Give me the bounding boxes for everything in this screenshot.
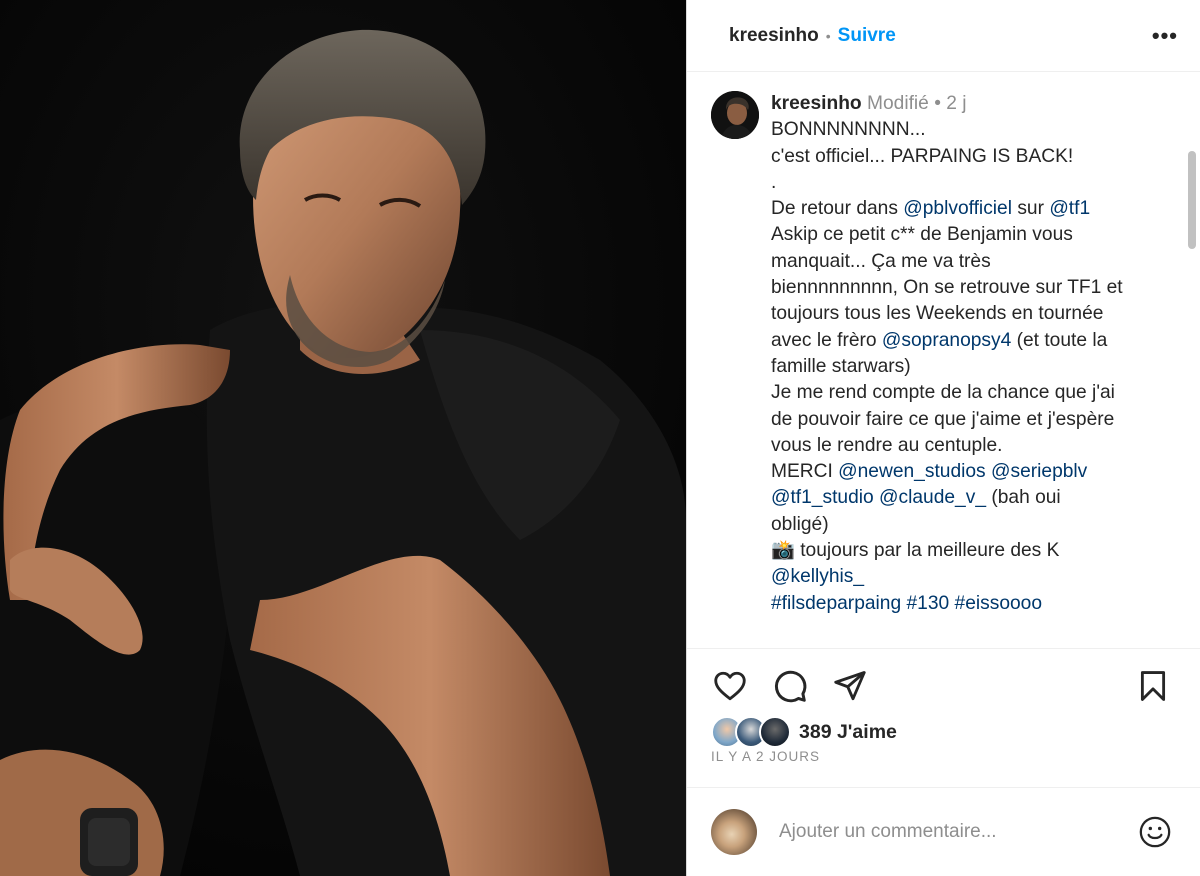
bookmark-icon bbox=[1140, 671, 1166, 701]
mention-link[interactable]: @pblvofficiel bbox=[903, 198, 1012, 219]
caption-text-segment: sur bbox=[1011, 198, 1050, 220]
heart-icon bbox=[714, 671, 746, 701]
caption-text-segment: biennnnnnnnn, On se retrouve sur TF1 et bbox=[771, 277, 1123, 299]
caption-separator: • bbox=[934, 93, 941, 114]
hashtag-link[interactable]: #filsdeparpaing bbox=[771, 593, 901, 614]
caption-username[interactable]: kreesinho bbox=[771, 93, 862, 114]
portrait-image bbox=[0, 0, 686, 876]
more-options-icon[interactable]: ••• bbox=[1152, 24, 1178, 47]
likes-count[interactable]: 389 J'aime bbox=[799, 721, 897, 744]
emoji-smiley-icon[interactable] bbox=[1138, 815, 1172, 849]
mention-link[interactable]: @sopranopsy4 bbox=[882, 330, 1011, 351]
action-bar bbox=[711, 666, 1172, 706]
caption-line: toujours tous les Weekends en tournée bbox=[771, 301, 1123, 327]
comment-input[interactable] bbox=[777, 820, 1138, 844]
hashtag-link[interactable]: #130 bbox=[907, 593, 950, 614]
mention-link[interactable]: @tf1 bbox=[1049, 198, 1090, 219]
caption-body: kreesinho Modifié • 2 j BONNNNNNNN... c'e… bbox=[771, 91, 1123, 617]
comment-bubble-icon bbox=[774, 670, 807, 703]
caption-text-segment: obligé) bbox=[771, 513, 829, 535]
caption-scroll-area[interactable]: kreesinho Modifié • 2 j BONNNNNNNN... c'e… bbox=[687, 73, 1200, 649]
caption-line: vous le rendre au centuple. bbox=[771, 433, 1123, 459]
author-username[interactable]: kreesinho bbox=[729, 25, 819, 47]
liker-avatars[interactable] bbox=[711, 716, 791, 748]
caption-line: . bbox=[771, 170, 1123, 196]
comment-bar bbox=[687, 787, 1200, 876]
post-date[interactable]: IL Y A 2 JOURS bbox=[711, 749, 820, 764]
caption-text-segment: 📸 toujours par la meilleure des K bbox=[771, 540, 1060, 562]
caption-text-segment: MERCI bbox=[771, 461, 839, 483]
caption-text: BONNNNNNNN... c'est officiel... PARPAING … bbox=[771, 117, 1123, 617]
avatar-portrait-icon bbox=[711, 91, 759, 139]
comment-button[interactable] bbox=[771, 667, 809, 705]
caption-line: obligé) bbox=[771, 512, 1123, 538]
paper-plane-icon bbox=[834, 671, 866, 701]
mention-link[interactable]: @claude_v_ bbox=[879, 487, 986, 508]
caption-line: @tf1_studio @claude_v_ (bah oui bbox=[771, 485, 1123, 511]
caption-text-segment: toujours tous les Weekends en tournée bbox=[771, 303, 1104, 325]
caption-line: avec le frèro @sopranopsy4 (et toute la bbox=[771, 328, 1123, 354]
caption-scrollbar[interactable] bbox=[1188, 151, 1196, 249]
caption-line: #filsdeparpaing #130 #eissoooo bbox=[771, 591, 1123, 617]
caption-line: BONNNNNNNN... bbox=[771, 117, 1123, 143]
caption-line: Askip ce petit c** de Benjamin vous bbox=[771, 222, 1123, 248]
hashtag-link[interactable]: #eissoooo bbox=[955, 593, 1042, 614]
post-photo[interactable] bbox=[0, 0, 686, 876]
caption-text-segment: (bah oui bbox=[986, 487, 1061, 509]
caption-text-segment: . bbox=[771, 171, 777, 193]
post-side-panel: kreesinho • Suivre ••• kreesinho Modifié… bbox=[686, 0, 1200, 876]
caption-text-segment: c'est officiel... PARPAING IS BACK! bbox=[771, 145, 1074, 167]
caption-text-segment: avec le frèro bbox=[771, 329, 882, 351]
caption-line: @kellyhis_ bbox=[771, 564, 1123, 590]
caption-text-segment: De retour dans bbox=[771, 198, 904, 220]
caption-text-segment: famille starwars) bbox=[771, 355, 911, 377]
caption-line: De retour dans @pblvofficiel sur @tf1 bbox=[771, 196, 1123, 222]
caption-text-segment: BONNNNNNNN... bbox=[771, 119, 926, 141]
post-caption: kreesinho Modifié • 2 j BONNNNNNNN... c'e… bbox=[711, 91, 1174, 617]
share-button[interactable] bbox=[831, 667, 869, 705]
caption-line: manquait... Ça me va très bbox=[771, 249, 1123, 275]
mention-link[interactable]: @tf1_studio bbox=[771, 487, 874, 508]
post-header: kreesinho • Suivre ••• bbox=[687, 0, 1200, 72]
author-avatar[interactable] bbox=[711, 91, 759, 139]
mention-link[interactable]: @seriepblv bbox=[991, 461, 1087, 482]
caption-line: de pouvoir faire ce que j'aime et j'espè… bbox=[771, 407, 1123, 433]
follow-button[interactable]: Suivre bbox=[838, 25, 896, 47]
mention-link[interactable]: @kellyhis_ bbox=[771, 566, 864, 587]
post-time: 2 j bbox=[946, 93, 967, 114]
header-separator: • bbox=[825, 27, 831, 44]
caption-line: Je me rend compte de la chance que j'ai bbox=[771, 380, 1123, 406]
caption-text-segment: (et toute la bbox=[1011, 329, 1108, 351]
caption-text-segment: vous le rendre au centuple. bbox=[771, 434, 1003, 456]
caption-line: 📸 toujours par la meilleure des K bbox=[771, 538, 1123, 564]
caption-line: c'est officiel... PARPAING IS BACK! bbox=[771, 144, 1123, 170]
edited-label: Modifié bbox=[867, 93, 929, 114]
likes-summary: 389 J'aime bbox=[711, 716, 897, 748]
caption-text-segment: Askip ce petit c** de Benjamin vous bbox=[771, 224, 1073, 246]
save-button[interactable] bbox=[1134, 667, 1172, 705]
instagram-post: kreesinho • Suivre ••• kreesinho Modifié… bbox=[0, 0, 1200, 876]
caption-text-segment: de pouvoir faire ce que j'aime et j'espè… bbox=[771, 408, 1115, 430]
liker-avatar bbox=[759, 716, 791, 748]
current-user-avatar bbox=[711, 809, 757, 855]
caption-text-segment: manquait... Ça me va très bbox=[771, 250, 991, 272]
like-button[interactable] bbox=[711, 667, 749, 705]
caption-line: famille starwars) bbox=[771, 354, 1123, 380]
caption-line: MERCI @newen_studios @seriepblv bbox=[771, 459, 1123, 485]
caption-text-segment: Je me rend compte de la chance que j'ai bbox=[771, 382, 1115, 404]
caption-line: biennnnnnnnn, On se retrouve sur TF1 et bbox=[771, 275, 1123, 301]
mention-link[interactable]: @newen_studios bbox=[838, 461, 986, 482]
